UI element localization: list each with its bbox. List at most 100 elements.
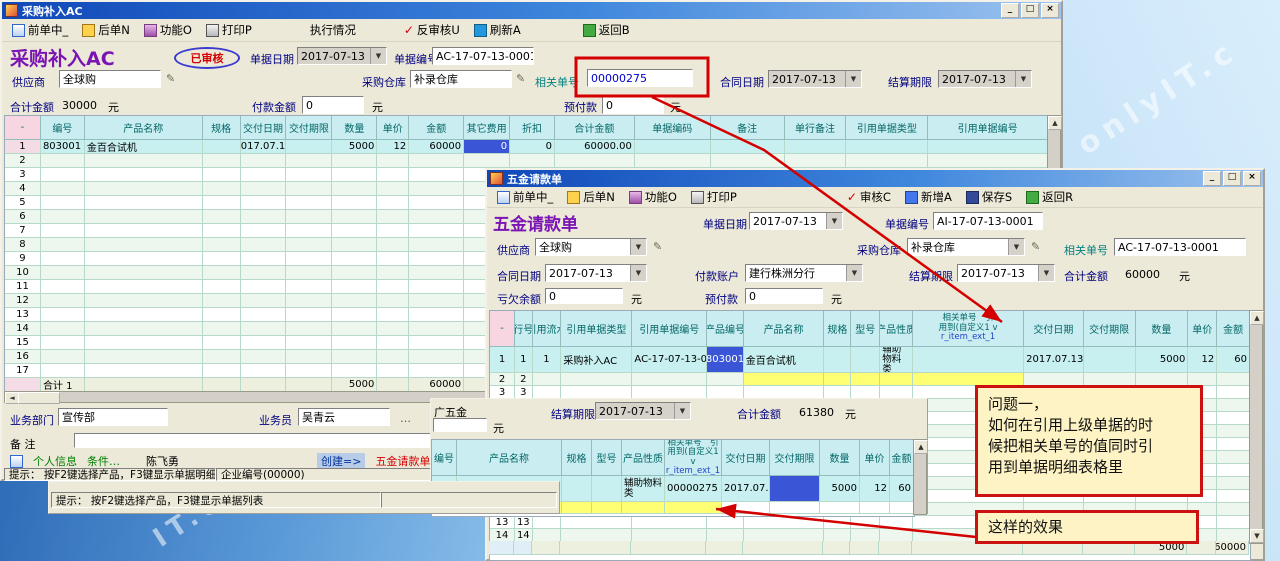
cell[interactable]: 2017.07.13 — [241, 140, 287, 154]
cell[interactable] — [332, 350, 377, 364]
owe-input[interactable] — [433, 418, 487, 432]
edit-icon[interactable]: ✎ — [516, 72, 525, 85]
cell[interactable] — [85, 196, 203, 210]
cell[interactable] — [203, 364, 241, 378]
cell[interactable] — [85, 168, 203, 182]
cell[interactable] — [1217, 386, 1250, 399]
cell[interactable] — [41, 308, 85, 322]
related-no-input[interactable]: AC-17-07-13-0001 — [1114, 238, 1246, 256]
cell[interactable] — [409, 252, 464, 266]
cell[interactable]: 10 — [5, 266, 41, 280]
cell[interactable]: 5000 — [1136, 347, 1189, 373]
cell[interactable] — [203, 154, 241, 168]
cell[interactable] — [203, 182, 241, 196]
cell[interactable] — [41, 224, 85, 238]
cell[interactable]: 8 — [5, 238, 41, 252]
cell[interactable] — [241, 350, 287, 364]
cell[interactable] — [41, 182, 85, 196]
cell[interactable] — [632, 516, 707, 529]
menu-item[interactable]: 后单N — [567, 189, 615, 205]
cell[interactable] — [41, 252, 85, 266]
cell[interactable] — [85, 378, 203, 392]
cell[interactable] — [377, 182, 409, 196]
cell[interactable]: 00000275 — [665, 476, 722, 502]
cell[interactable] — [286, 210, 332, 224]
cell[interactable] — [722, 502, 770, 514]
menu-item[interactable]: 功能O — [144, 22, 192, 38]
cell[interactable] — [332, 266, 377, 280]
cell[interactable] — [85, 224, 203, 238]
personal-info-link[interactable]: 个人信息 — [33, 453, 77, 469]
cell[interactable] — [409, 266, 464, 280]
supplier-input[interactable]: 全球购 — [59, 70, 161, 88]
cell[interactable] — [1217, 503, 1250, 516]
doc-date-select[interactable]: 2017-07-13▼ — [297, 47, 387, 65]
cell[interactable]: 13 — [490, 516, 515, 529]
cell[interactable] — [770, 476, 820, 502]
cell[interactable] — [332, 224, 377, 238]
cell[interactable] — [785, 154, 847, 168]
cell[interactable] — [824, 347, 851, 373]
due-select[interactable]: 2017-07-13▼ — [957, 264, 1055, 282]
cell[interactable]: 金百合试机 — [85, 140, 203, 154]
cell[interactable] — [409, 210, 464, 224]
cell[interactable] — [203, 252, 241, 266]
cell[interactable] — [1217, 399, 1250, 412]
edit-icon[interactable]: ✎ — [166, 72, 175, 85]
cell[interactable] — [286, 154, 332, 168]
cell[interactable]: 803001 — [707, 347, 744, 373]
cell[interactable] — [377, 280, 409, 294]
cell[interactable] — [706, 541, 743, 555]
cell[interactable]: 1 — [5, 140, 41, 154]
chevron-down-icon[interactable]: ▼ — [845, 71, 861, 87]
cell[interactable] — [377, 224, 409, 238]
cell[interactable] — [377, 294, 409, 308]
cell[interactable] — [85, 336, 203, 350]
cell[interactable] — [241, 196, 287, 210]
cell[interactable] — [665, 502, 722, 514]
cell[interactable] — [533, 516, 562, 529]
cell[interactable] — [1217, 373, 1250, 386]
cell[interactable] — [241, 154, 287, 168]
cell[interactable] — [1217, 438, 1250, 451]
cell[interactable]: 合计 1 — [41, 378, 85, 392]
doc-no-input[interactable]: AC-17-07-13-0001 — [432, 47, 534, 65]
cell[interactable] — [377, 196, 409, 210]
cell[interactable] — [1217, 477, 1250, 490]
cell[interactable]: 7 — [5, 224, 41, 238]
cell[interactable] — [823, 541, 850, 555]
cell[interactable] — [241, 266, 287, 280]
chevron-down-icon[interactable]: ▼ — [1038, 265, 1054, 281]
cell[interactable] — [851, 347, 880, 373]
cell[interactable] — [1217, 412, 1250, 425]
cell[interactable] — [928, 140, 1048, 154]
cell[interactable] — [203, 238, 241, 252]
cell[interactable] — [286, 364, 332, 378]
cell[interactable] — [711, 154, 785, 168]
cell[interactable] — [1217, 451, 1250, 464]
cell[interactable] — [241, 280, 287, 294]
cell[interactable] — [41, 294, 85, 308]
cell[interactable] — [286, 294, 332, 308]
doc-no-input[interactable]: AI-17-07-13-0001 — [933, 212, 1043, 230]
cell[interactable]: 12 — [1188, 347, 1217, 373]
cell[interactable]: 60 — [1217, 347, 1250, 373]
cell[interactable]: AC-17-07-13-0001 — [632, 347, 707, 373]
cell[interactable] — [820, 502, 860, 514]
maximize-button[interactable]: □ — [1021, 3, 1039, 18]
scroll-left-icon[interactable]: ◄ — [5, 392, 19, 404]
chevron-down-icon[interactable]: ▼ — [370, 48, 386, 64]
cell[interactable] — [860, 502, 890, 514]
cell[interactable] — [851, 516, 880, 529]
cell[interactable] — [913, 347, 1024, 373]
cell[interactable] — [514, 541, 531, 555]
cell[interactable]: 15 — [5, 336, 41, 350]
cell[interactable] — [41, 196, 85, 210]
cell[interactable] — [203, 266, 241, 280]
due-select[interactable]: 2017-07-13▼ — [938, 70, 1032, 88]
cell[interactable]: 5000 — [332, 378, 377, 392]
cell[interactable]: 60000 — [1216, 541, 1249, 555]
cell[interactable] — [707, 373, 744, 386]
cell[interactable] — [41, 238, 85, 252]
cell[interactable] — [711, 140, 785, 154]
